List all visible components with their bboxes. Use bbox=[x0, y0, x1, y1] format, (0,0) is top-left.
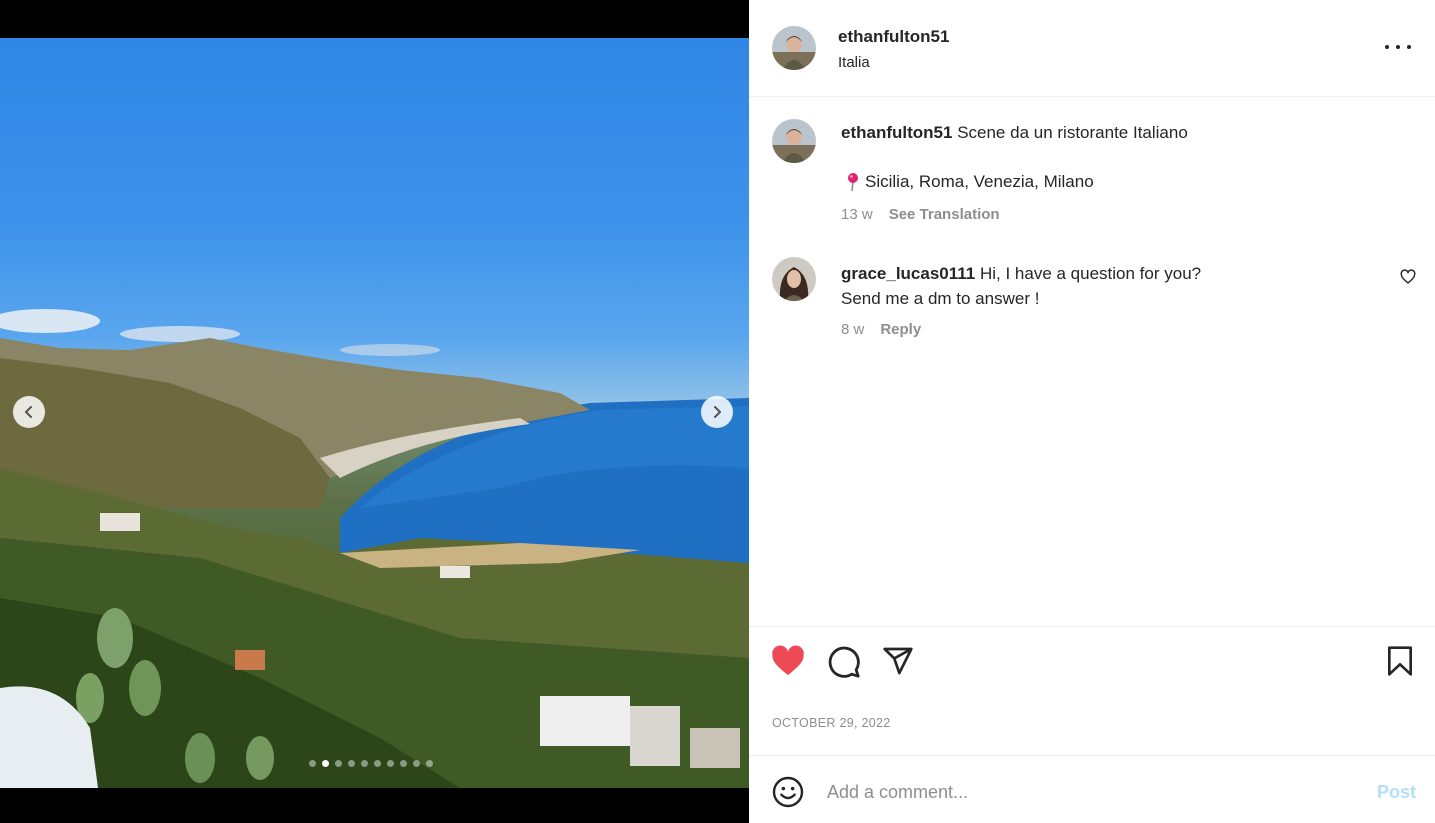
more-dot-icon bbox=[1385, 45, 1389, 49]
next-slide-button[interactable] bbox=[701, 396, 733, 428]
reply-button[interactable]: Reply bbox=[880, 321, 921, 338]
more-options-button[interactable] bbox=[1385, 36, 1411, 58]
post-comment-button[interactable]: Post bbox=[1377, 782, 1416, 803]
comment-meta: 8 w Reply bbox=[841, 321, 921, 338]
carousel-dot bbox=[374, 760, 381, 767]
carousel-dot bbox=[309, 760, 316, 767]
caption-text: ethanfulton51 Scene da un ristorante Ita… bbox=[841, 122, 1401, 144]
heart-filled-icon bbox=[772, 645, 804, 676]
post-location[interactable]: Italia bbox=[838, 54, 870, 71]
comment-body-line1: Hi, I have a question for you? bbox=[979, 264, 1202, 283]
landscape-illustration bbox=[0, 309, 749, 788]
round-pushpin-icon bbox=[848, 173, 858, 192]
carousel-dot bbox=[322, 760, 329, 767]
commenter-avatar[interactable] bbox=[772, 257, 816, 301]
carousel-dot bbox=[387, 760, 394, 767]
comment-body-line2: Send me a dm to answer ! bbox=[841, 289, 1040, 308]
caption-locations: Sicilia, Roma, Venezia, Milano bbox=[845, 172, 1094, 192]
carousel-dot bbox=[335, 760, 342, 767]
author-username[interactable]: ethanfulton51 bbox=[838, 27, 949, 47]
bookmark-icon bbox=[1388, 646, 1412, 676]
commenter-username[interactable]: grace_lucas0111 bbox=[841, 264, 975, 283]
like-comment-button[interactable] bbox=[1400, 269, 1416, 290]
post-viewer: ethanfulton51 Italia ethanfulton51 Scene… bbox=[0, 0, 1435, 823]
previous-slide-button[interactable] bbox=[13, 396, 45, 428]
more-dot-icon bbox=[1407, 45, 1411, 49]
emoji-button[interactable] bbox=[772, 776, 804, 813]
add-comment-bar: Post bbox=[749, 755, 1435, 823]
media-area bbox=[0, 0, 749, 823]
chevron-left-icon bbox=[25, 406, 32, 418]
comment-age: 8 w bbox=[841, 321, 865, 338]
chevron-right-icon bbox=[714, 406, 721, 418]
carousel-dot bbox=[400, 760, 407, 767]
save-button[interactable] bbox=[1386, 645, 1414, 682]
comment-button[interactable] bbox=[827, 645, 861, 684]
carousel-dot bbox=[413, 760, 420, 767]
caption-age: 13 w bbox=[841, 206, 873, 223]
caption-meta: 13 w See Translation bbox=[841, 206, 1000, 223]
caption-locations-text: Sicilia, Roma, Venezia, Milano bbox=[865, 172, 1094, 191]
like-button[interactable] bbox=[771, 645, 805, 682]
more-dot-icon bbox=[1396, 45, 1400, 49]
carousel-dot bbox=[361, 760, 368, 767]
post-actions: OCTOBER 29, 2022 bbox=[749, 626, 1435, 756]
see-translation-link[interactable]: See Translation bbox=[889, 206, 1000, 223]
caption-author-avatar[interactable] bbox=[772, 119, 816, 163]
add-comment-input[interactable] bbox=[827, 780, 1347, 804]
carousel-dots bbox=[309, 760, 433, 767]
author-avatar[interactable] bbox=[772, 26, 816, 70]
carousel-dot bbox=[348, 760, 355, 767]
profile-photo bbox=[772, 257, 816, 301]
profile-photo bbox=[772, 119, 816, 163]
share-icon bbox=[883, 647, 913, 675]
emoji-icon bbox=[772, 776, 804, 808]
caption-body: Scene da un ristorante Italiano bbox=[957, 123, 1188, 142]
post-details-panel: ethanfulton51 Italia ethanfulton51 Scene… bbox=[749, 0, 1435, 823]
profile-photo bbox=[772, 26, 816, 70]
share-button[interactable] bbox=[882, 645, 914, 682]
post-header: ethanfulton51 Italia bbox=[749, 0, 1435, 97]
caption-username[interactable]: ethanfulton51 bbox=[841, 123, 952, 142]
post-date: OCTOBER 29, 2022 bbox=[772, 716, 891, 730]
post-photo bbox=[0, 38, 749, 788]
comment-text: grace_lucas0111 Hi, I have a question fo… bbox=[841, 261, 1311, 311]
heart-outline-icon bbox=[1400, 269, 1416, 284]
carousel-dot bbox=[426, 760, 433, 767]
comment-icon bbox=[828, 646, 860, 678]
